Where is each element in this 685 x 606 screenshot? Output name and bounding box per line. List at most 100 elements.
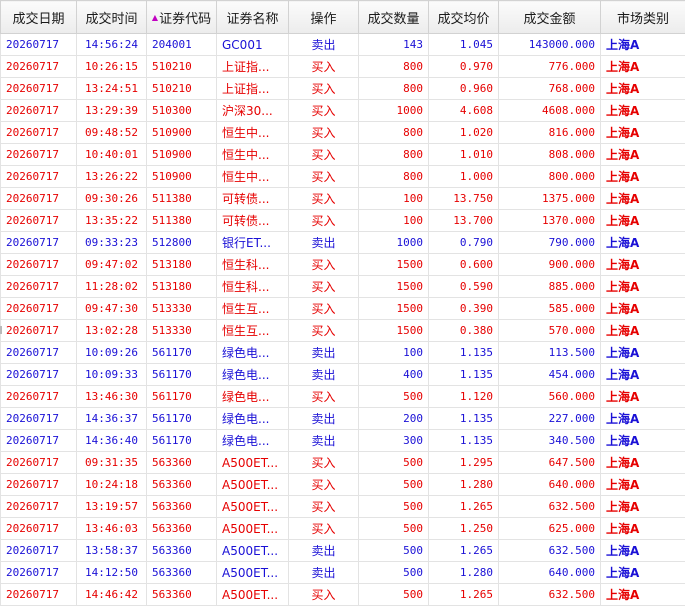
table-row[interactable]: 20260717 09:48:52 510900 恒生中... 买入 800 1.020 81… xyxy=(0,121,685,144)
table-row[interactable]: 20260717 09:47:30 513330 恒生互... 买入 1500 0.390 5… xyxy=(0,297,685,320)
security-code-cell: 513180 xyxy=(146,253,217,276)
operation-cell: 卖出 xyxy=(288,561,359,584)
table-row[interactable]: 20260717 10:09:26 561170 绿色电... 卖出 100 1.135 11… xyxy=(0,341,685,364)
trade-time-cell: 13:58:37 xyxy=(76,539,147,562)
amount-cell: 640.000 xyxy=(498,473,601,496)
trade-date-cell: 20260717 xyxy=(0,275,77,298)
table-row[interactable]: 20260717 09:31:35 563360 A500ET... 买入 500 1.29… xyxy=(0,451,685,474)
security-name-cell: 绿色电... xyxy=(216,429,289,452)
sort-ascending-triangle-icon: ▲ xyxy=(151,12,159,22)
trade-records-grid[interactable]: 成交日期 成交时间 ▲证券代码 证券名称 操作 成交数量 成交均价 成交金额 市… xyxy=(0,0,685,606)
column-header-avg-price[interactable]: 成交均价 xyxy=(428,0,499,34)
column-header-market[interactable]: 市场类别 xyxy=(600,0,685,34)
avg-price-cell: 1.280 xyxy=(428,473,499,496)
table-row[interactable]: 20260717 13:46:03 563360 A500ET... 买入 500 1.25… xyxy=(0,517,685,540)
column-header-date[interactable]: 成交日期 xyxy=(0,0,77,34)
quantity-cell: 1500 xyxy=(358,319,429,342)
table-row[interactable]: 20260717 14:12:50 563360 A500ET... 卖出 500 1.28… xyxy=(0,561,685,584)
table-row[interactable]: 20260717 13:29:39 510300 沪深30... 买入 1000 4.608… xyxy=(0,99,685,122)
amount-cell: 647.500 xyxy=(498,451,601,474)
table-row[interactable]: 20260717 11:28:02 513180 恒生科... 买入 1500 0.590 8… xyxy=(0,275,685,298)
table-row[interactable]: 20260717 10:26:15 510210 上证指... 买入 800 0.970 77… xyxy=(0,55,685,78)
security-name-cell: A500ET... xyxy=(216,451,289,474)
market-cell: 上海A xyxy=(600,583,685,606)
security-name-cell: 恒生中... xyxy=(216,165,289,188)
operation-cell: 买入 xyxy=(288,275,359,298)
market-cell: 上海A xyxy=(600,187,685,210)
security-name-cell: 上证指... xyxy=(216,77,289,100)
table-row[interactable]: 20260717 09:30:26 511380 可转债... 买入 100 13.750 1… xyxy=(0,187,685,210)
market-cell: 上海A xyxy=(600,55,685,78)
security-code-cell: 510900 xyxy=(146,143,217,166)
trade-time-cell: 09:48:52 xyxy=(76,121,147,144)
table-row[interactable]: 20260717 13:35:22 511380 可转债... 买入 100 13.700 1… xyxy=(0,209,685,232)
market-cell: 上海A xyxy=(600,539,685,562)
column-header-operation[interactable]: 操作 xyxy=(288,0,359,34)
quantity-cell: 200 xyxy=(358,407,429,430)
trade-time-cell: 10:26:15 xyxy=(76,55,147,78)
table-row[interactable]: 20260717 09:33:23 512800 银行ET... 卖出 1000 0.790… xyxy=(0,231,685,254)
trade-date-cell: 20260717 xyxy=(0,55,77,78)
amount-cell: 585.000 xyxy=(498,297,601,320)
table-row[interactable]: 20260717 14:56:24 204001 GC001 卖出 143 1.045 143… xyxy=(0,33,685,56)
quantity-cell: 800 xyxy=(358,165,429,188)
trade-time-cell: 14:36:40 xyxy=(76,429,147,452)
amount-cell: 143000.000 xyxy=(498,33,601,56)
table-row[interactable]: 20260717 10:09:33 561170 绿色电... 卖出 400 1.135 45… xyxy=(0,363,685,386)
column-header-time[interactable]: 成交时间 xyxy=(76,0,147,34)
trade-date-cell: 20260717 xyxy=(0,495,77,518)
table-row[interactable]: 20260717 13:58:37 563360 A500ET... 卖出 500 1.26… xyxy=(0,539,685,562)
amount-cell: 776.000 xyxy=(498,55,601,78)
column-header-code[interactable]: ▲证券代码 xyxy=(146,0,217,34)
market-cell: 上海A xyxy=(600,231,685,254)
column-header-name-label: 证券名称 xyxy=(226,11,279,27)
market-cell: 上海A xyxy=(600,275,685,298)
security-code-cell: 563360 xyxy=(146,561,217,584)
avg-price-cell: 1.120 xyxy=(428,385,499,408)
table-row[interactable]: 20260717 13:26:22 510900 恒生中... 买入 800 1.000 80… xyxy=(0,165,685,188)
table-row[interactable]: 20260717 09:47:02 513180 恒生科... 买入 1500 0.600 9… xyxy=(0,253,685,276)
trade-time-cell: 09:30:26 xyxy=(76,187,147,210)
market-cell: 上海A xyxy=(600,77,685,100)
trade-date-cell: 20260717 xyxy=(0,583,77,606)
quantity-cell: 500 xyxy=(358,583,429,606)
amount-cell: 790.000 xyxy=(498,231,601,254)
security-code-cell: 563360 xyxy=(146,539,217,562)
security-code-cell: 510210 xyxy=(146,55,217,78)
trade-time-cell: 13:24:51 xyxy=(76,77,147,100)
table-row[interactable]: 20260717 14:36:40 561170 绿色电... 卖出 300 1.135 34… xyxy=(0,429,685,452)
amount-cell: 1375.000 xyxy=(498,187,601,210)
column-header-quantity[interactable]: 成交数量 xyxy=(358,0,429,34)
table-row[interactable]: 20260717 10:24:18 563360 A500ET... 买入 500 1.28… xyxy=(0,473,685,496)
trade-records-table: 成交日期 成交时间 ▲证券代码 证券名称 操作 成交数量 成交均价 成交金额 市… xyxy=(0,0,685,606)
amount-cell: 900.000 xyxy=(498,253,601,276)
quantity-cell: 400 xyxy=(358,363,429,386)
column-header-amount[interactable]: 成交金额 xyxy=(498,0,601,34)
security-code-cell: 513330 xyxy=(146,297,217,320)
table-row[interactable]: 20260717 13:24:51 510210 上证指... 买入 800 0.960 76… xyxy=(0,77,685,100)
quantity-cell: 1000 xyxy=(358,231,429,254)
security-name-cell: A500ET... xyxy=(216,473,289,496)
amount-cell: 640.000 xyxy=(498,561,601,584)
avg-price-cell: 0.600 xyxy=(428,253,499,276)
column-header-name[interactable]: 证券名称 xyxy=(216,0,289,34)
operation-cell: 买入 xyxy=(288,583,359,606)
table-row[interactable]: 20260717 14:36:37 561170 绿色电... 卖出 200 1.135 22… xyxy=(0,407,685,430)
trade-date-cell: 20260717 xyxy=(0,297,77,320)
trade-date-cell: 20260717 xyxy=(0,77,77,100)
trade-date-cell: 20260717 xyxy=(0,451,77,474)
operation-cell: 卖出 xyxy=(288,363,359,386)
trade-date-cell: 20260717 xyxy=(0,539,77,562)
trade-date-cell: 20260717 xyxy=(0,561,77,584)
trade-date-cell: 20260717 xyxy=(0,429,77,452)
table-row[interactable]: 20260717 13:46:30 561170 绿色电... 买入 500 1.120 56… xyxy=(0,385,685,408)
table-row[interactable]: 20260717 14:46:42 563360 A500ET... 买入 500 1.26… xyxy=(0,583,685,606)
column-header-quantity-label: 成交数量 xyxy=(367,11,420,27)
table-row[interactable]: 20260717 13:02:28 513330 恒生互... 买入 1500 0.380 5… xyxy=(0,319,685,342)
security-code-cell: 511380 xyxy=(146,209,217,232)
trade-date-cell: 20260717 xyxy=(0,407,77,430)
table-row[interactable]: 20260717 13:19:57 563360 A500ET... 买入 500 1.26… xyxy=(0,495,685,518)
table-row[interactable]: 20260717 10:40:01 510900 恒生中... 买入 800 1.010 80… xyxy=(0,143,685,166)
trade-time-cell: 09:47:30 xyxy=(76,297,147,320)
operation-cell: 卖出 xyxy=(288,539,359,562)
